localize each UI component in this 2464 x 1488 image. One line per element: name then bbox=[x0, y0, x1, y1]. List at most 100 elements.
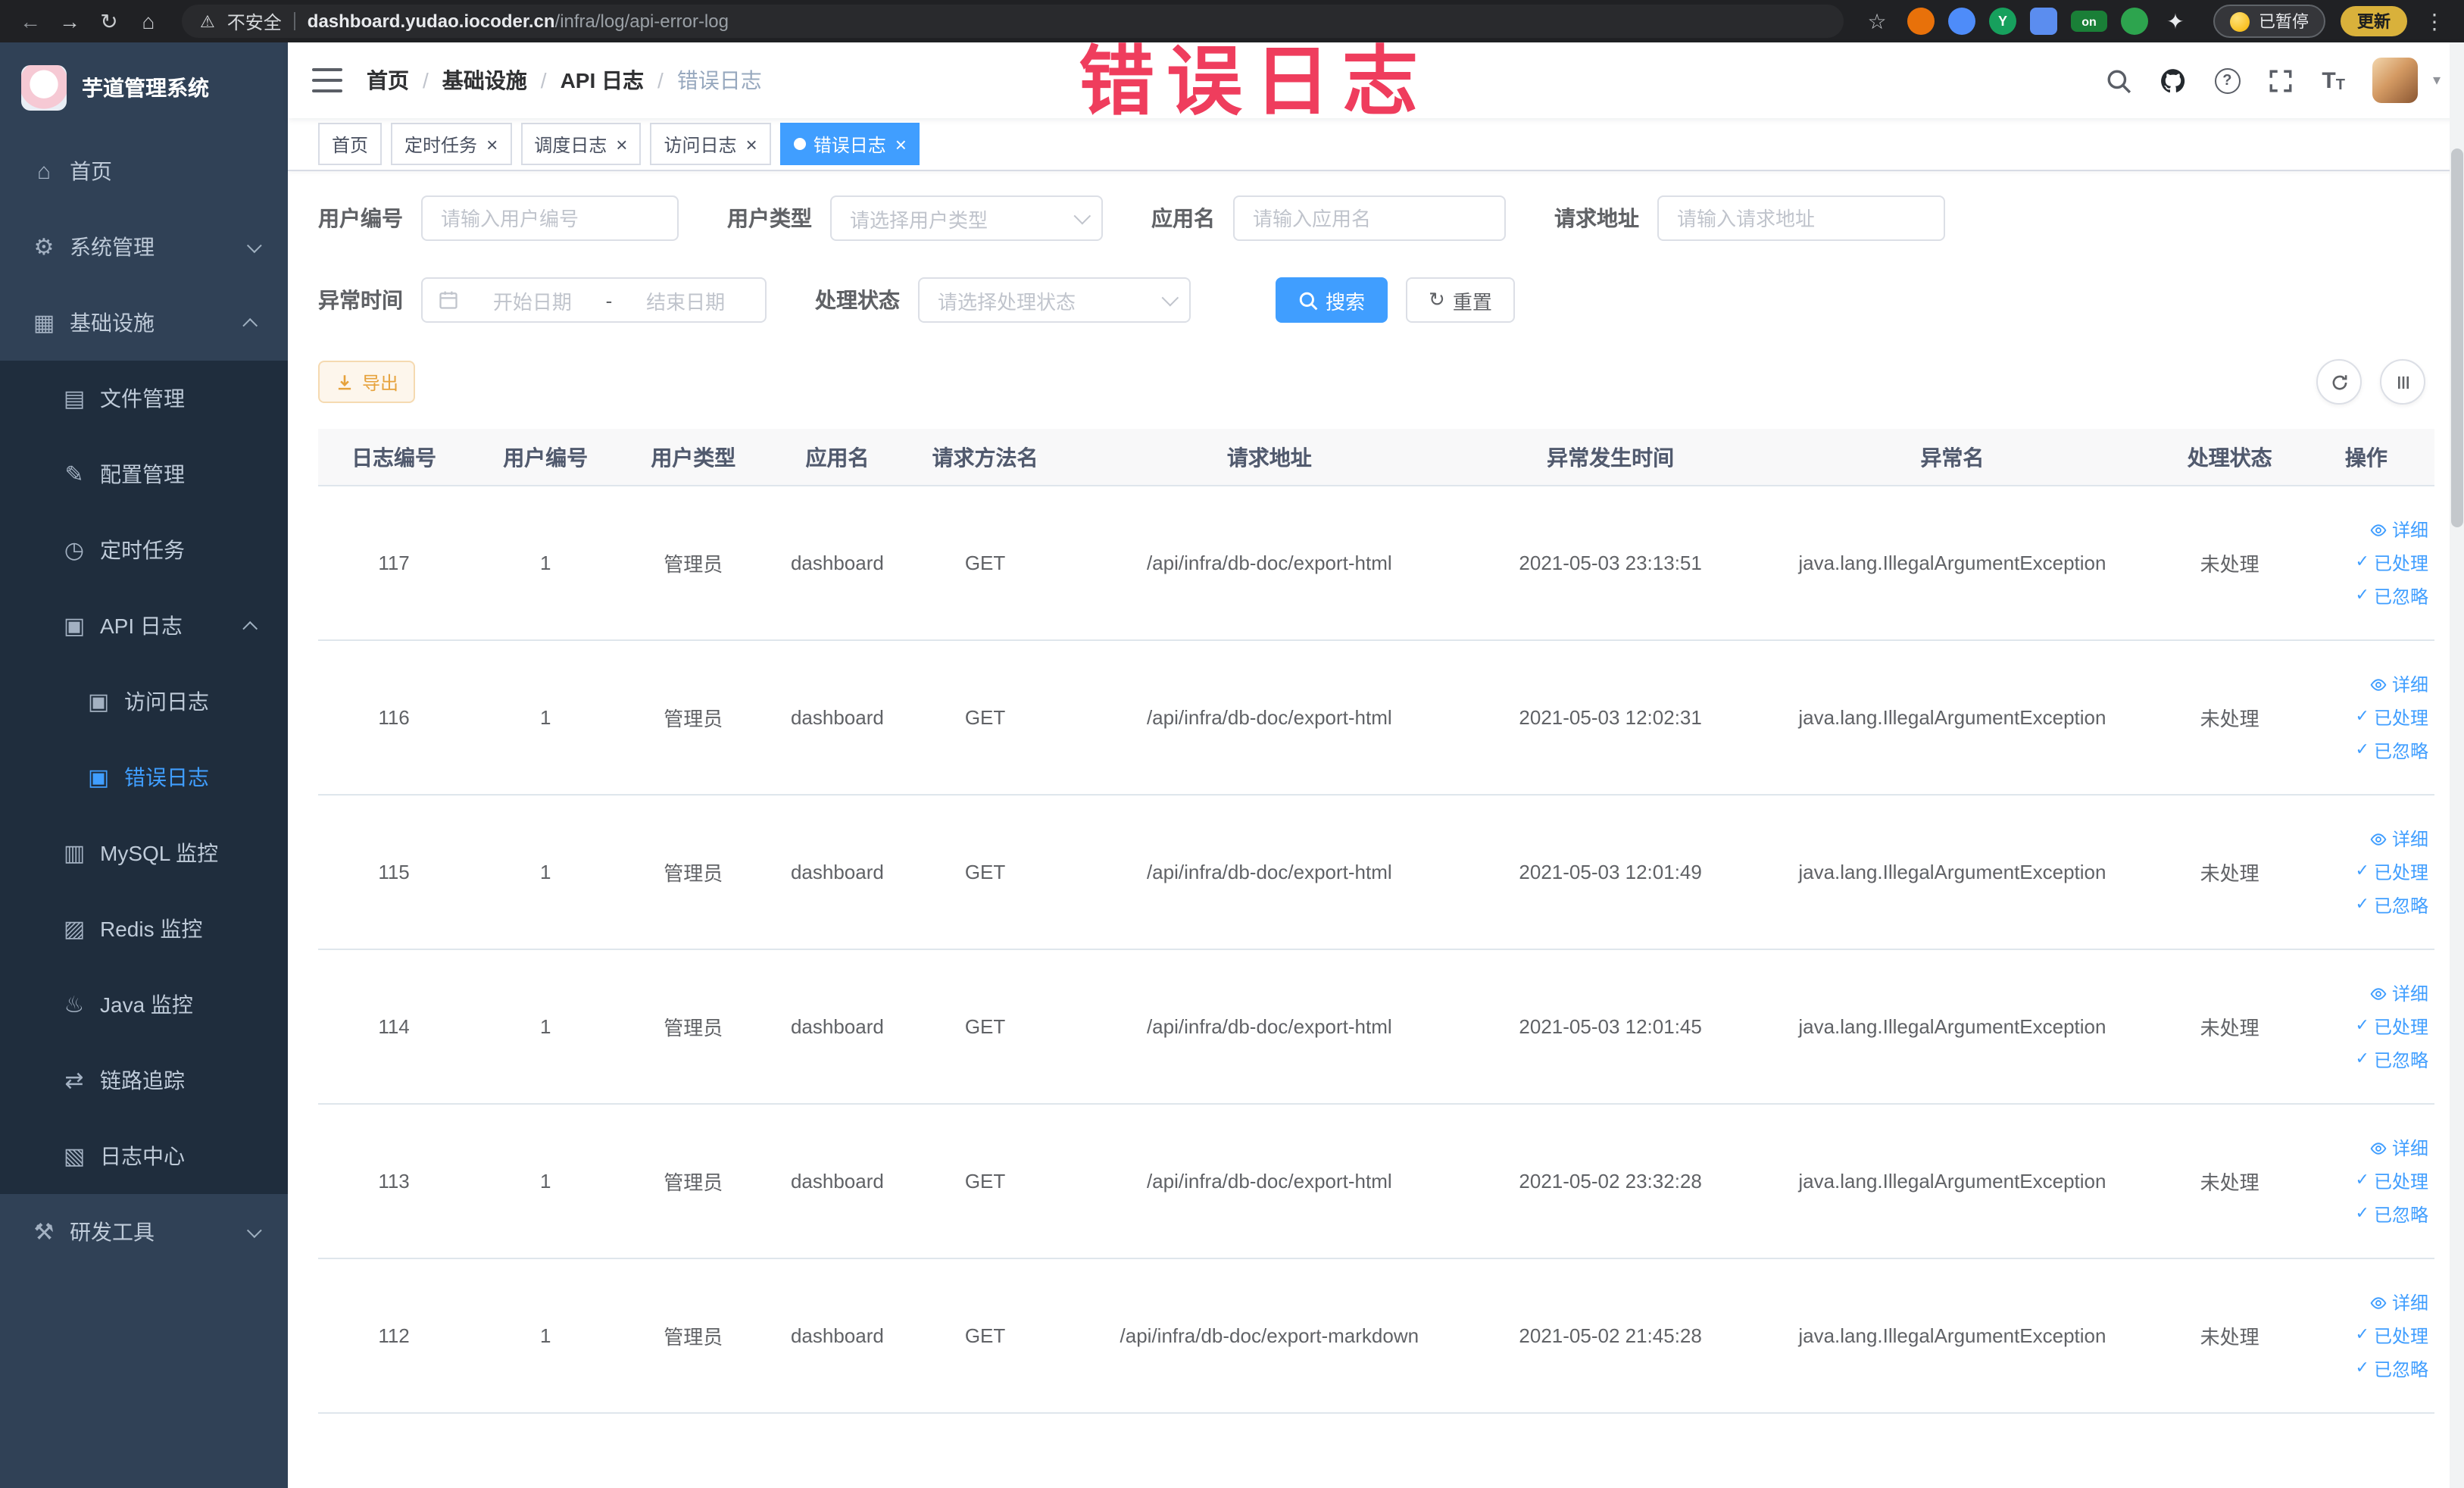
mark-ignored-link[interactable]: ✓ 已忽略 bbox=[2304, 734, 2428, 767]
table-cell: 1 bbox=[470, 640, 622, 796]
detail-link[interactable]: 详细 bbox=[2304, 667, 2428, 701]
avatar-caret-icon[interactable]: ▾ bbox=[2433, 72, 2441, 89]
column-settings-button[interactable] bbox=[2380, 359, 2425, 405]
detail-link[interactable]: 详细 bbox=[2304, 1286, 2428, 1319]
tab-错误日志[interactable]: 错误日志 × bbox=[779, 123, 920, 165]
close-icon[interactable]: × bbox=[486, 134, 498, 154]
tab-定时任务[interactable]: 定时任务 × bbox=[391, 123, 512, 165]
check-icon: ✓ bbox=[2355, 1205, 2369, 1223]
mark-ignored-link[interactable]: ✓ 已忽略 bbox=[2304, 1352, 2428, 1386]
font-size-icon[interactable]: TT bbox=[2322, 67, 2345, 93]
sidebar-item[interactable]: ▧ 日志中心 bbox=[0, 1118, 288, 1194]
table-cell: /api/infra/db-doc/export-html bbox=[1060, 1104, 1478, 1259]
browser-reload-icon[interactable]: ↻ bbox=[91, 0, 127, 42]
browser-home-icon[interactable]: ⌂ bbox=[130, 0, 167, 42]
breadcrumb-item[interactable]: 基础设施 bbox=[442, 65, 527, 95]
filter-label-request-url: 请求地址 bbox=[1554, 206, 1639, 230]
detail-link[interactable]: 详细 bbox=[2304, 513, 2428, 546]
reset-button[interactable]: ↻ 重置 bbox=[1406, 277, 1515, 323]
help-icon[interactable]: ? bbox=[2214, 67, 2241, 93]
sidebar-item[interactable]: ♨ Java 监控 bbox=[0, 967, 288, 1043]
app-name-input[interactable] bbox=[1233, 195, 1506, 241]
mark-processed-link[interactable]: ✓ 已处理 bbox=[2304, 1319, 2428, 1352]
mark-ignored-link[interactable]: ✓ 已忽略 bbox=[2304, 1043, 2428, 1077]
mark-processed-link[interactable]: ✓ 已处理 bbox=[2304, 701, 2428, 734]
breadcrumb-item[interactable]: API 日志 bbox=[561, 65, 644, 95]
sidebar-item[interactable]: ▣ 错误日志 bbox=[0, 739, 288, 815]
process-status-select[interactable]: 请选择处理状态 bbox=[918, 277, 1191, 323]
page-scrollbar[interactable] bbox=[2450, 42, 2464, 1488]
mark-processed-link[interactable]: ✓ 已处理 bbox=[2304, 1010, 2428, 1043]
detail-link[interactable]: 详细 bbox=[2304, 1131, 2428, 1164]
close-icon[interactable]: × bbox=[895, 134, 907, 154]
breadcrumb-item[interactable]: 首页 bbox=[367, 65, 409, 95]
user-type-placeholder: 请选择用户类型 bbox=[850, 208, 988, 231]
mark-processed-link[interactable]: ✓ 已处理 bbox=[2304, 855, 2428, 889]
extension-blue-grid-icon[interactable] bbox=[2030, 8, 2057, 35]
detail-link[interactable]: 详细 bbox=[2304, 822, 2428, 855]
breadcrumb-item: 错误日志 bbox=[676, 68, 762, 92]
fullscreen-icon[interactable] bbox=[2267, 67, 2294, 94]
table-row: 112 1 管理员 dashboard GET/api/infra/db-doc/exp… bbox=[318, 1258, 2434, 1414]
paused-badge[interactable]: 已暂停 bbox=[2213, 5, 2325, 38]
calendar-icon bbox=[438, 289, 459, 311]
sidebar-item-label: 研发工具 bbox=[70, 1220, 155, 1244]
update-button[interactable]: 更新 bbox=[2341, 6, 2407, 36]
update-button-label: 更新 bbox=[2357, 14, 2391, 32]
extension-on-badge-icon[interactable]: on bbox=[2071, 11, 2107, 32]
mark-processed-link[interactable]: ✓ 已处理 bbox=[2304, 546, 2428, 580]
sidebar-item[interactable]: ⚒ 研发工具 bbox=[0, 1194, 288, 1270]
github-icon[interactable] bbox=[2160, 67, 2187, 94]
tab-访问日志[interactable]: 访问日志 × bbox=[650, 123, 771, 165]
refresh-button[interactable] bbox=[2316, 359, 2362, 405]
app-logo-row[interactable]: 芋道管理系统 bbox=[0, 42, 288, 133]
sidebar-item[interactable]: ✎ 配置管理 bbox=[0, 436, 288, 512]
sidebar-item[interactable]: ⇄ 链路追踪 bbox=[0, 1043, 288, 1118]
mark-processed-link[interactable]: ✓ 已处理 bbox=[2304, 1164, 2428, 1198]
mark-ignored-link[interactable]: ✓ 已忽略 bbox=[2304, 580, 2428, 613]
search-button[interactable]: 搜索 bbox=[1276, 277, 1388, 323]
table-cell: 2021-05-03 12:01:49 bbox=[1478, 795, 1744, 950]
extension-orange-circle-icon[interactable] bbox=[1907, 8, 1935, 35]
search-icon[interactable] bbox=[2105, 67, 2132, 94]
tags-view-bar: 首页 定时任务 × 调度日志 × 访问日志 × 错误日志 × bbox=[288, 118, 2464, 171]
actions-cell: 详细 ✓ 已处理 ✓ 已忽略 bbox=[2297, 486, 2434, 641]
sidebar-item[interactable]: ⚙ 系统管理 bbox=[0, 209, 288, 285]
tab-首页[interactable]: 首页 bbox=[318, 123, 383, 165]
sidebar-item[interactable]: ▦ 基础设施 bbox=[0, 285, 288, 361]
browser-forward-icon[interactable]: → bbox=[52, 0, 88, 42]
extension-green-leaf-icon[interactable] bbox=[2121, 8, 2148, 35]
mark-ignored-link[interactable]: ✓ 已忽略 bbox=[2304, 889, 2428, 922]
browser-menu-kebab-icon[interactable]: ⋮ bbox=[2416, 0, 2453, 42]
bookmark-star-icon[interactable]: ☆ bbox=[1859, 0, 1895, 42]
sidebar-item[interactable]: ▣ 访问日志 bbox=[0, 664, 288, 739]
sidebar-item[interactable]: ◷ 定时任务 bbox=[0, 512, 288, 588]
close-icon[interactable]: × bbox=[746, 134, 757, 154]
user-id-input[interactable] bbox=[421, 195, 679, 241]
gear-icon: ⚙ bbox=[33, 235, 55, 261]
request-url-input[interactable] bbox=[1657, 195, 1945, 241]
address-bar[interactable]: ⚠ 不安全 dashboard.yudao.iocoder.cn/infra/l… bbox=[182, 5, 1844, 38]
browser-back-icon[interactable]: ← bbox=[12, 0, 48, 42]
sidebar-item[interactable]: ⌂ 首页 bbox=[0, 133, 288, 209]
detail-link[interactable]: 详细 bbox=[2304, 977, 2428, 1010]
user-type-select[interactable]: 请选择用户类型 bbox=[830, 195, 1103, 241]
sidebar-item[interactable]: ▨ Redis 监控 bbox=[0, 891, 288, 967]
mark-ignored-link[interactable]: ✓ 已忽略 bbox=[2304, 1198, 2428, 1231]
scrollbar-thumb[interactable] bbox=[2451, 148, 2463, 527]
sidebar-item[interactable]: ▤ 文件管理 bbox=[0, 361, 288, 436]
extension-green-y-icon[interactable]: Y bbox=[1989, 8, 2016, 35]
hamburger-icon[interactable] bbox=[312, 68, 342, 92]
sidebar-item[interactable]: ▥ MySQL 监控 bbox=[0, 815, 288, 891]
close-icon[interactable]: × bbox=[616, 134, 627, 154]
extension-pinwheel-icon[interactable]: ✦ bbox=[2162, 8, 2189, 35]
avatar[interactable] bbox=[2372, 58, 2418, 103]
sidebar-item-label: 链路追踪 bbox=[100, 1068, 185, 1093]
refresh-icon: ↻ bbox=[1429, 288, 1445, 311]
export-button[interactable]: 导出 bbox=[318, 361, 416, 403]
tab-调度日志[interactable]: 调度日志 × bbox=[520, 123, 642, 165]
check-icon: ✓ bbox=[2355, 741, 2369, 759]
exception-time-range-picker[interactable]: 开始日期 - 结束日期 bbox=[421, 277, 767, 323]
extension-blue-drop-icon[interactable] bbox=[1948, 8, 1975, 35]
sidebar-item[interactable]: ▣ API 日志 bbox=[0, 588, 288, 664]
